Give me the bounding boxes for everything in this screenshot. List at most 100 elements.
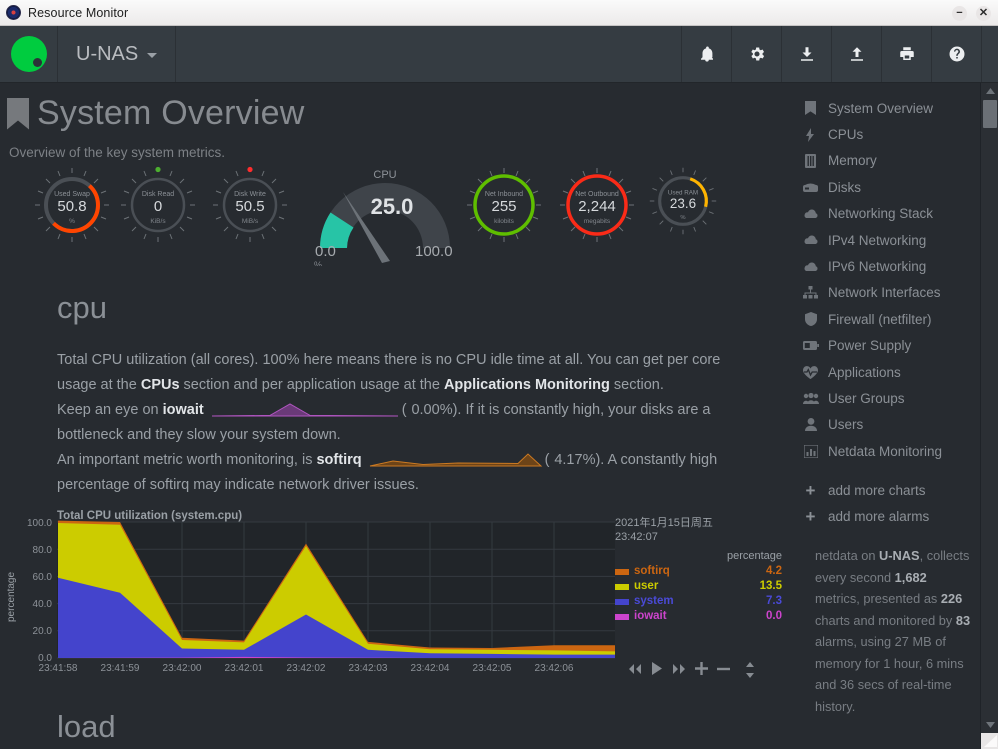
page-subtitle: Overview of the key system metrics.	[9, 145, 785, 160]
sitemap-icon	[802, 286, 819, 299]
add-more-charts-button[interactable]: + add more charts	[802, 477, 980, 503]
add-more-alarms-label: add more alarms	[828, 509, 929, 524]
legend-item[interactable]: user 13.5	[615, 579, 785, 594]
sidebar-item-ipv6-networking[interactable]: IPv6 Networking	[802, 253, 980, 279]
legend-value: 13.5	[760, 579, 785, 594]
cloud-icon	[802, 262, 819, 272]
gauge-units: KiB/s	[150, 218, 166, 225]
legend-swatch	[615, 569, 629, 575]
sidebar-footer-info: netdata on U-NAS, collects every second …	[815, 545, 975, 717]
help-icon-button[interactable]	[931, 26, 981, 82]
sidebar-item-network-interfaces[interactable]: Network Interfaces	[802, 280, 980, 306]
bookmark-icon	[802, 101, 819, 115]
cpu-chart[interactable]: Total CPU utilization (system.cpu) perce…	[0, 510, 785, 685]
gauge-disk-read[interactable]: Disk Read 0 KiB/s	[119, 166, 197, 244]
sidebar-item-label: User Groups	[828, 391, 905, 406]
sidebar-item-memory[interactable]: Memory	[802, 148, 980, 174]
sidebar-item-ipv4-networking[interactable]: IPv4 Networking	[802, 227, 980, 253]
gauge-value: 50.5	[235, 198, 264, 215]
page-scrollbar[interactable]	[980, 83, 998, 749]
sidebar-item-users[interactable]: Users	[802, 412, 980, 438]
sidebar-item-user-groups[interactable]: User Groups	[802, 385, 980, 411]
netdata-logo[interactable]	[0, 26, 58, 82]
legend-item[interactable]: softirq 4.2	[615, 564, 785, 579]
chart-ytick: 20.0	[33, 626, 53, 637]
chart-xtick: 23:42:04	[411, 663, 450, 673]
sidebar-item-applications[interactable]: Applications	[802, 359, 980, 385]
gauge-units: megabits	[584, 218, 611, 225]
page-body: System Overview Overview of the key syst…	[0, 83, 998, 749]
sidebar-item-label: Netdata Monitoring	[828, 444, 942, 459]
cpu-desc-part2: section and per application usage at the	[180, 377, 444, 393]
resize-handle[interactable]	[745, 662, 755, 683]
sidebar-item-firewall[interactable]: Firewall (netfilter)	[802, 306, 980, 332]
app-logo-icon	[6, 5, 21, 20]
cpus-link[interactable]: CPUs	[141, 377, 180, 393]
chart-xtick: 23:42:01	[225, 663, 264, 673]
bar-chart-icon	[802, 445, 819, 458]
gauge-used-swap[interactable]: Used Swap 50.8 %	[33, 166, 111, 244]
sidebar-item-system-overview[interactable]: System Overview	[802, 95, 980, 121]
scrollbar-thumb[interactable]	[983, 100, 997, 128]
cloud-icon	[802, 235, 819, 245]
legend-item[interactable]: iowait 0.0	[615, 609, 785, 624]
chart-ytick: 60.0	[33, 572, 53, 583]
chart-xtick: 23:41:59	[101, 663, 140, 673]
scroll-down-button[interactable]	[981, 717, 998, 733]
navbar-actions	[681, 26, 981, 82]
gauge-value: 50.8	[57, 198, 86, 215]
gauge-cpu[interactable]: CPU 25.0 0.0 % 100.0	[310, 166, 460, 266]
user-icon	[802, 418, 819, 431]
legend-name: system	[634, 594, 766, 609]
footer-alarms-count: 83	[956, 613, 970, 628]
add-more-alarms-button[interactable]: + add more alarms	[802, 503, 980, 529]
softirq-sparkline	[368, 451, 543, 469]
legend-swatch	[615, 599, 629, 605]
gauge-units: MiB/s	[242, 218, 259, 225]
sidebar-item-label: CPUs	[828, 127, 863, 142]
minimize-button[interactable]: −	[952, 6, 967, 21]
gear-icon-button[interactable]	[731, 26, 781, 82]
applications-monitoring-link[interactable]: Applications Monitoring	[444, 377, 610, 393]
gauge-value: 2,244	[578, 198, 616, 215]
zoom-out-button[interactable]	[717, 667, 730, 671]
rewind-button[interactable]	[628, 663, 642, 675]
sidebar-item-disks[interactable]: Disks	[802, 174, 980, 200]
cpu-gauge-title: CPU	[373, 169, 396, 181]
legend-item[interactable]: system 7.3	[615, 594, 785, 609]
gauge-disk-write[interactable]: Disk Write 50.5 MiB/s	[211, 166, 289, 244]
forward-button[interactable]	[672, 663, 686, 675]
sidebar-item-networking-stack[interactable]: Networking Stack	[802, 201, 980, 227]
cpu-desc-part3: section.	[610, 377, 664, 393]
softirq-desc-part1: An important metric worth monitoring, is	[57, 452, 316, 468]
bell-icon-button[interactable]	[681, 26, 731, 82]
bell-icon	[698, 45, 716, 63]
upload-icon-button[interactable]	[831, 26, 881, 82]
add-more-charts-label: add more charts	[828, 483, 926, 498]
sidebar-item-label: IPv6 Networking	[828, 259, 926, 274]
legend-date: 2021年1月15日周五	[615, 516, 785, 530]
zoom-in-button[interactable]	[695, 662, 708, 675]
window-resize-grip[interactable]	[981, 733, 998, 749]
gauge-net-outbound[interactable]: Net Outbound 2,244 megabits	[558, 166, 636, 244]
gauge-label: Disk Read	[142, 191, 174, 198]
gauge-used-ram[interactable]: Used RAM 23.6 %	[648, 166, 718, 236]
sidebar-item-netdata-monitoring[interactable]: Netdata Monitoring	[802, 438, 980, 464]
legend-name: iowait	[634, 609, 766, 624]
printer-icon-button[interactable]	[881, 26, 931, 82]
sidebar-divider	[802, 464, 980, 477]
gauge-status-dot	[155, 167, 160, 172]
heartbeat-icon	[802, 366, 819, 379]
printer-icon	[898, 45, 916, 63]
download-icon-button[interactable]	[781, 26, 831, 82]
close-button[interactable]: ✕	[976, 6, 991, 21]
host-selector[interactable]: U-NAS	[58, 26, 176, 82]
chart-xtick: 23:41:58	[39, 663, 78, 673]
window-title: Resource Monitor	[28, 6, 128, 20]
iowait-desc-part1: Keep an eye on	[57, 402, 163, 418]
scroll-up-button[interactable]	[981, 83, 998, 99]
sidebar-item-cpus[interactable]: CPUs	[802, 121, 980, 147]
play-button[interactable]	[651, 662, 663, 675]
gauge-net-inbound[interactable]: Net Inbound 255 kilobits	[465, 166, 543, 244]
sidebar-item-power-supply[interactable]: Power Supply	[802, 333, 980, 359]
